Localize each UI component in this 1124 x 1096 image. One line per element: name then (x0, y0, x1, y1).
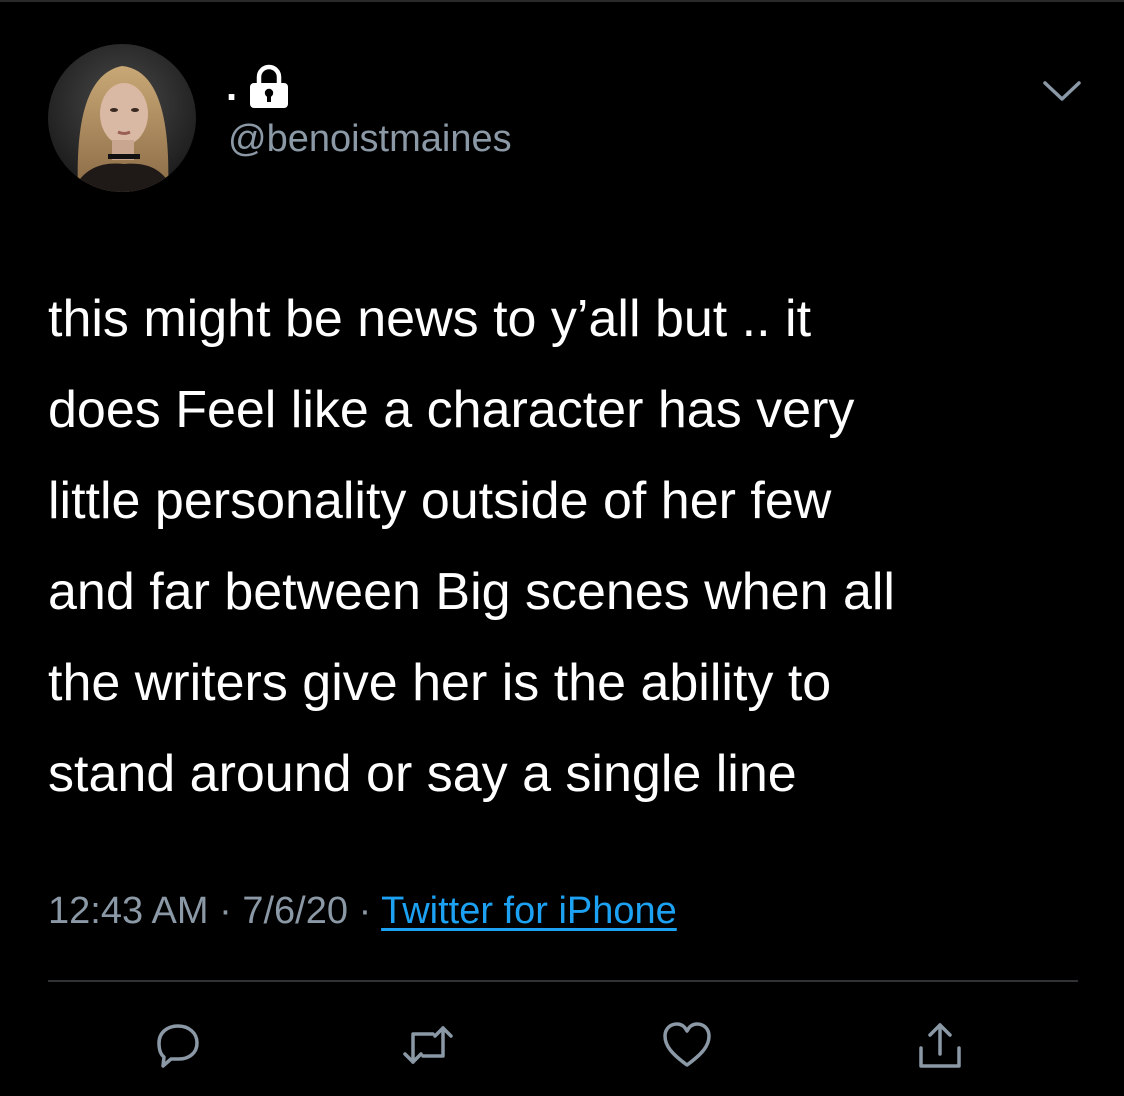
heart-icon (663, 1022, 711, 1067)
top-divider (0, 0, 1124, 2)
share-icon (919, 1023, 961, 1068)
tweet-text-line: stand around or say a single line (48, 745, 797, 803)
chevron-down-icon[interactable] (1040, 74, 1084, 108)
meta-separator: · (219, 890, 232, 932)
like-button[interactable] (652, 1010, 722, 1080)
tweet-text: this might be news to y’all but .. it do… (48, 274, 1078, 820)
action-bar (0, 1010, 1124, 1090)
tweet-text-line: little personality outside of her few (48, 472, 832, 530)
tweet-date: 7/6/20 (242, 890, 348, 932)
reply-icon (157, 1024, 199, 1068)
tweet-source-link[interactable]: Twitter for iPhone (381, 890, 677, 932)
display-name: . (226, 64, 238, 109)
display-name-row[interactable]: . (226, 62, 291, 112)
tweet-time: 12:43 AM (48, 890, 209, 932)
actions-divider (48, 980, 1078, 982)
tweet-text-line: and far between Big scenes when all (48, 563, 895, 621)
lock-icon (250, 64, 289, 108)
reply-button[interactable] (143, 1010, 213, 1080)
share-button[interactable] (905, 1010, 975, 1080)
tweet-metadata: 12:43 AM · 7/6/20 · Twitter for iPhone (48, 890, 677, 933)
meta-separator: · (358, 890, 372, 932)
tweet-text-line: does Feel like a character has very (48, 381, 855, 439)
tweet-text-line: this might be news to y’all but .. it (48, 290, 812, 348)
retweet-icon (403, 1026, 453, 1064)
tweet-text-line: the writers give her is the ability to (48, 654, 832, 712)
retweet-button[interactable] (393, 1010, 463, 1080)
avatar[interactable] (48, 44, 196, 192)
user-handle[interactable]: @benoistmaines (228, 118, 512, 161)
